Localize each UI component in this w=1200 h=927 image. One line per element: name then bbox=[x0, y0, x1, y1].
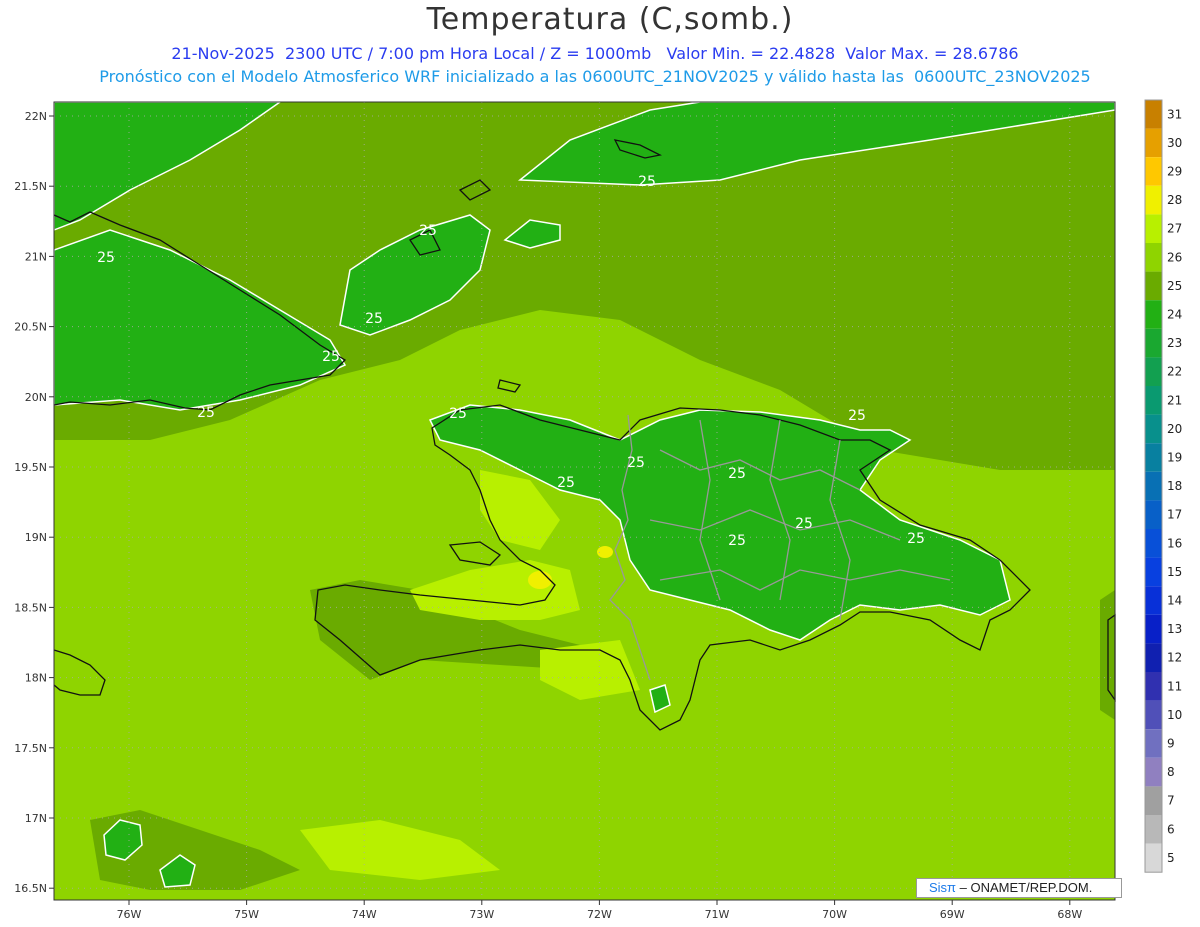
contour-label-25: 25 bbox=[638, 174, 656, 190]
colorbar-label: 21 bbox=[1167, 393, 1182, 407]
contour-label-25: 25 bbox=[848, 408, 866, 424]
field-28-spot-a bbox=[528, 571, 552, 589]
colorbar-swatch bbox=[1145, 271, 1162, 301]
colorbar-swatch bbox=[1145, 100, 1162, 129]
contour-label-25: 25 bbox=[557, 475, 575, 491]
colorbar-swatch bbox=[1145, 386, 1162, 415]
plot-area bbox=[54, 102, 1115, 900]
colorbar-label: 28 bbox=[1167, 193, 1182, 207]
lat-label: 17N bbox=[25, 812, 47, 825]
colorbar-swatch bbox=[1145, 185, 1162, 215]
colorbar-label: 31 bbox=[1167, 107, 1182, 121]
contour-label-25: 25 bbox=[728, 466, 746, 482]
colorbar: 31 30 29 28 27 26 25 24 23 22 21 20 19 18 17 16 15 14 13 12… bbox=[1144, 99, 1182, 873]
lon-label: 69W bbox=[940, 908, 965, 921]
lon-label: 75W bbox=[234, 908, 259, 921]
colorbar-label: 27 bbox=[1167, 222, 1182, 236]
lat-label: 22N bbox=[25, 110, 47, 123]
colorbar-swatch bbox=[1145, 672, 1162, 701]
colorbar-swatch bbox=[1145, 243, 1162, 272]
contour-label-25: 25 bbox=[795, 516, 813, 532]
lon-label: 76W bbox=[117, 908, 142, 921]
credit-box: Sisπ – ONAMET/REP.DOM. bbox=[916, 878, 1122, 898]
colorbar-swatch bbox=[1145, 157, 1162, 186]
colorbar-label: 18 bbox=[1167, 479, 1182, 493]
lat-label: 19.5N bbox=[14, 461, 47, 474]
colorbar-label: 10 bbox=[1167, 708, 1182, 722]
credit-org: – ONAMET/REP.DOM. bbox=[956, 880, 1093, 895]
lat-label: 20.5N bbox=[14, 321, 47, 334]
colorbar-label: 5 bbox=[1167, 851, 1175, 865]
colorbar-swatch bbox=[1145, 214, 1162, 243]
colorbar-label: 25 bbox=[1167, 279, 1182, 293]
sis-logo-text: Sisπ bbox=[929, 880, 957, 895]
lon-label: 70W bbox=[822, 908, 847, 921]
lat-label: 17.5N bbox=[14, 742, 47, 755]
colorbar-swatch bbox=[1145, 500, 1162, 529]
colorbar-label: 12 bbox=[1167, 651, 1182, 665]
lat-label: 19N bbox=[25, 531, 47, 544]
lon-label: 73W bbox=[469, 908, 494, 921]
colorbar-label: 13 bbox=[1167, 622, 1182, 636]
colorbar-swatch bbox=[1145, 643, 1162, 672]
colorbar-label: 14 bbox=[1167, 594, 1182, 608]
colorbar-swatch bbox=[1145, 414, 1162, 444]
colorbar-label: 26 bbox=[1167, 250, 1182, 264]
colorbar-swatch bbox=[1145, 614, 1162, 644]
lat-label: 20N bbox=[25, 391, 47, 404]
lat-label: 18N bbox=[25, 672, 47, 685]
colorbar-swatch bbox=[1145, 128, 1162, 158]
colorbar-swatch bbox=[1145, 700, 1162, 730]
contour-label-25: 25 bbox=[627, 455, 645, 471]
contour-label-25: 25 bbox=[907, 531, 925, 547]
colorbar-swatch bbox=[1145, 557, 1162, 587]
latitude-labels: 22N 21.5N 21N 20.5N 20N 19.5N 19N 18.5N 18N 17.5N… bbox=[14, 110, 54, 895]
lat-label: 16.5N bbox=[14, 882, 47, 895]
contour-label-25: 25 bbox=[728, 533, 746, 549]
colorbar-label: 24 bbox=[1167, 308, 1182, 322]
colorbar-label: 30 bbox=[1167, 136, 1182, 150]
colorbar-swatch bbox=[1145, 757, 1162, 787]
lat-label: 18.5N bbox=[14, 601, 47, 614]
colorbar-swatch bbox=[1145, 843, 1162, 873]
lon-label: 72W bbox=[587, 908, 612, 921]
colorbar-swatch bbox=[1145, 786, 1162, 815]
colorbar-swatch bbox=[1145, 300, 1162, 329]
colorbar-label: 16 bbox=[1167, 536, 1182, 550]
lat-label: 21N bbox=[25, 250, 47, 263]
colorbar-swatch bbox=[1145, 729, 1162, 758]
colorbar-swatch bbox=[1145, 529, 1162, 558]
contour-label-25: 25 bbox=[365, 311, 383, 327]
contour-label-25: 25 bbox=[322, 349, 340, 365]
colorbar-swatch bbox=[1145, 815, 1162, 844]
colorbar-label: 7 bbox=[1167, 794, 1175, 808]
colorbar-label: 6 bbox=[1167, 822, 1175, 836]
colorbar-label: 17 bbox=[1167, 508, 1182, 522]
lon-label: 74W bbox=[352, 908, 377, 921]
longitude-labels: 76W 75W 74W 73W 72W 71W 70W 69W 68W bbox=[117, 900, 1082, 921]
colorbar-swatch bbox=[1145, 471, 1162, 501]
contour-label-25: 25 bbox=[419, 223, 437, 239]
colorbar-label: 22 bbox=[1167, 365, 1182, 379]
colorbar-swatch bbox=[1145, 357, 1162, 386]
temperature-map: 25 25 25 25 25 25 25 25 25 25 25 25 25 25 22N 21.5N 21N… bbox=[14, 99, 1182, 921]
colorbar-swatch bbox=[1145, 586, 1162, 615]
contour-label-25: 25 bbox=[197, 405, 215, 421]
colorbar-label: 9 bbox=[1167, 737, 1175, 751]
contour-label-25: 25 bbox=[97, 250, 115, 266]
contour-label-25: 25 bbox=[449, 406, 467, 422]
lat-label: 21.5N bbox=[14, 180, 47, 193]
lon-label: 68W bbox=[1057, 908, 1082, 921]
colorbar-label: 23 bbox=[1167, 336, 1182, 350]
colorbar-label: 20 bbox=[1167, 422, 1182, 436]
colorbar-label: 19 bbox=[1167, 451, 1182, 465]
colorbar-label: 29 bbox=[1167, 165, 1182, 179]
colorbar-swatch bbox=[1145, 443, 1162, 472]
colorbar-label: 11 bbox=[1167, 679, 1182, 693]
colorbar-label: 15 bbox=[1167, 565, 1182, 579]
lon-label: 71W bbox=[705, 908, 730, 921]
colorbar-swatch bbox=[1145, 328, 1162, 358]
colorbar-label: 8 bbox=[1167, 765, 1175, 779]
